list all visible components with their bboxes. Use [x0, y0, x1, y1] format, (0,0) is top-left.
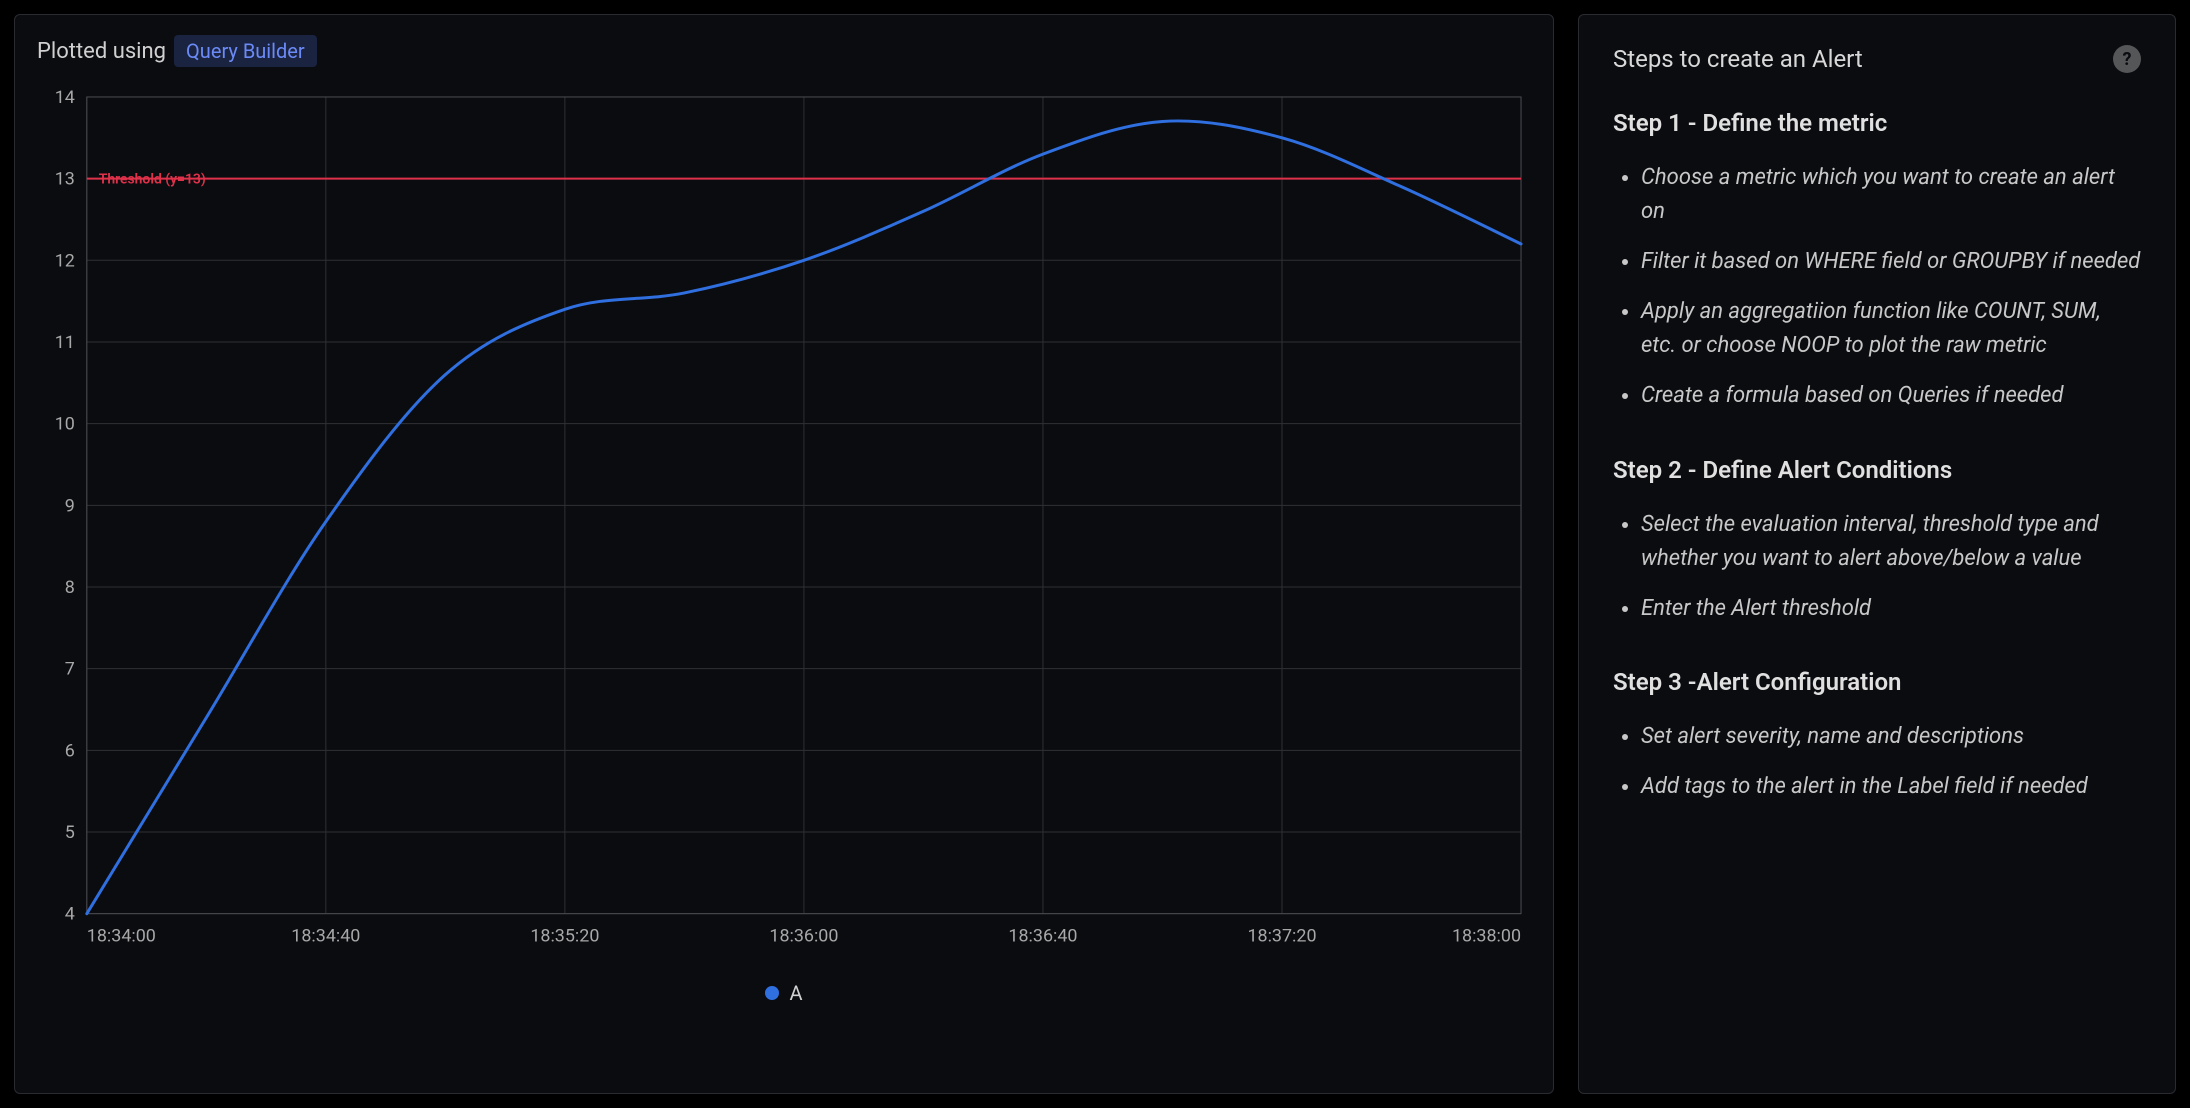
y-tick-label: 8: [65, 577, 75, 598]
x-tick-label: 18:38:00: [1452, 926, 1521, 947]
y-tick-label: 12: [55, 250, 75, 271]
step-block: Step 2 - Define Alert Conditions Select t…: [1613, 456, 2141, 626]
step-item: Add tags to the alert in the Label field…: [1641, 770, 2141, 804]
step-item: Apply an aggregatiion function like COUN…: [1641, 295, 2141, 363]
chart-header: Plotted using Query Builder: [37, 35, 1531, 67]
y-tick-label: 7: [65, 659, 75, 680]
chart-svg: 4 5 6 7 8 9 10 11 12 13 14 18:34:00 18:34:40 18:35:20…: [37, 87, 1531, 963]
step-item: Set alert severity, name and description…: [1641, 720, 2141, 754]
x-tick-label: 18:36:00: [769, 926, 838, 947]
y-tick-label: 10: [55, 414, 75, 435]
y-tick-label: 11: [55, 332, 75, 353]
step-item: Choose a metric which you want to create…: [1641, 161, 2141, 229]
step-block: Step 3 -Alert Configuration Set alert sev…: [1613, 668, 2141, 804]
y-tick-label: 4: [65, 904, 75, 925]
steps-header: Steps to create an Alert ?: [1613, 45, 2141, 73]
chart-legend: A: [37, 981, 1531, 1005]
plotted-using-label: Plotted using: [37, 39, 166, 64]
query-builder-badge[interactable]: Query Builder: [174, 35, 317, 67]
step-item: Enter the Alert threshold: [1641, 592, 2141, 626]
step-block: Step 1 - Define the metric Choose a metri…: [1613, 109, 2141, 414]
y-tick-label: 5: [65, 822, 75, 843]
chart-panel: Plotted using Query Builder 4 5 6 7 8 9 10 11 12…: [14, 14, 1554, 1094]
step-list: Select the evaluation interval, threshol…: [1613, 508, 2141, 626]
help-icon[interactable]: ?: [2113, 45, 2141, 73]
y-tick-label: 13: [55, 169, 75, 190]
steps-container: Step 1 - Define the metric Choose a metri…: [1613, 109, 2141, 804]
x-tick-label: 18:36:40: [1008, 926, 1077, 947]
x-tick-label: 18:34:40: [291, 926, 360, 947]
step-heading: Step 1 - Define the metric: [1613, 109, 2141, 137]
y-tick-label: 9: [65, 495, 75, 516]
chart-area: 4 5 6 7 8 9 10 11 12 13 14 18:34:00 18:34:40 18:35:20…: [37, 87, 1531, 1069]
threshold-label: Threshold (y=13): [99, 172, 206, 188]
x-tick-label: 18:35:20: [530, 926, 599, 947]
y-tick-label: 14: [55, 87, 75, 108]
step-heading: Step 3 -Alert Configuration: [1613, 668, 2141, 696]
y-tick-label: 6: [65, 740, 75, 761]
step-item: Filter it based on WHERE field or GROUPB…: [1641, 245, 2141, 279]
steps-panel: Steps to create an Alert ? Step 1 - Defi…: [1578, 14, 2176, 1094]
legend-color-a: [765, 986, 779, 1000]
step-list: Set alert severity, name and description…: [1613, 720, 2141, 804]
legend-label-a: A: [789, 981, 802, 1005]
step-item: Create a formula based on Queries if nee…: [1641, 379, 2141, 413]
step-heading: Step 2 - Define Alert Conditions: [1613, 456, 2141, 484]
step-item: Select the evaluation interval, threshol…: [1641, 508, 2141, 576]
x-tick-label: 18:34:00: [87, 926, 156, 947]
step-list: Choose a metric which you want to create…: [1613, 161, 2141, 414]
steps-title: Steps to create an Alert: [1613, 45, 1863, 73]
x-tick-label: 18:37:20: [1247, 926, 1316, 947]
